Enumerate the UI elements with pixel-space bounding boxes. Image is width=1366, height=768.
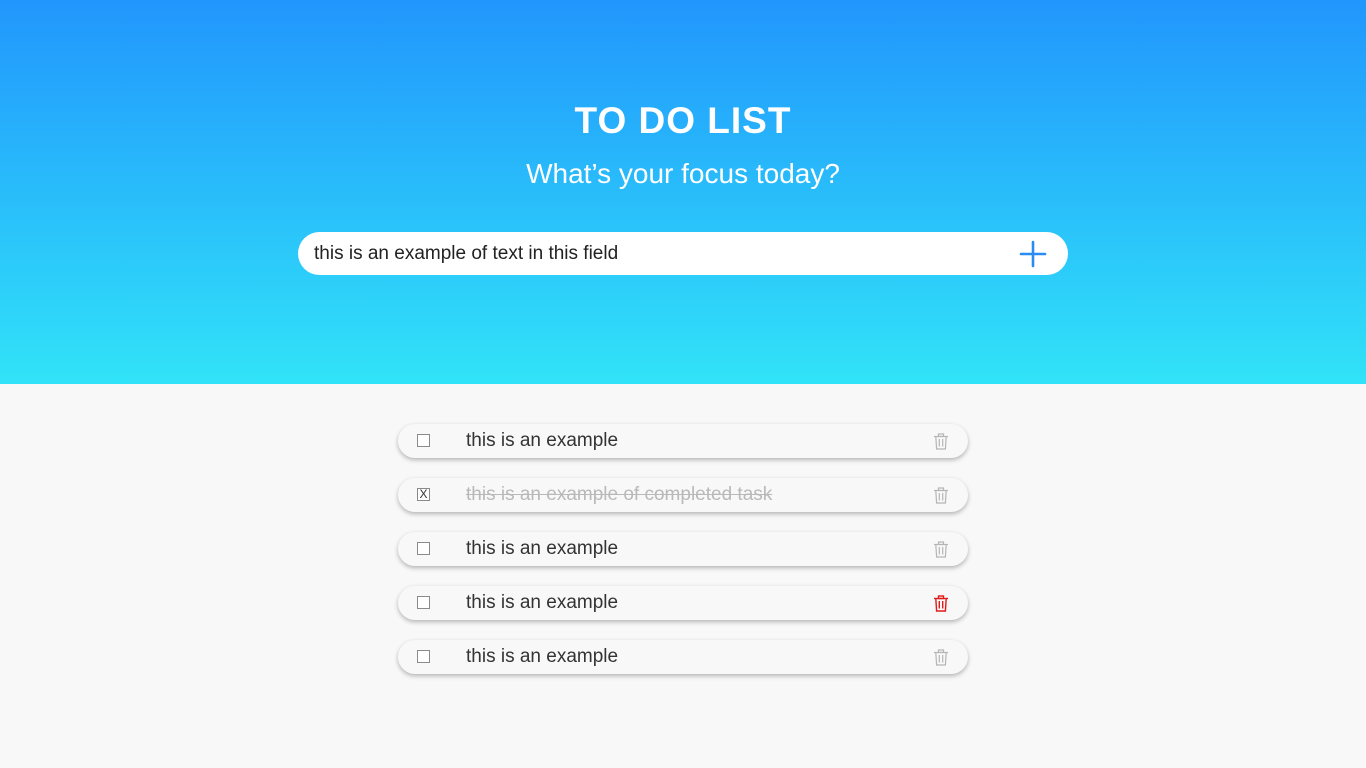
task-text: this is an example — [466, 538, 619, 559]
task-item: this is an example — [398, 532, 968, 566]
header-banner: TO DO LIST What’s your focus today? — [0, 0, 1366, 384]
delete-task-button[interactable] — [933, 649, 949, 666]
trash-icon — [934, 433, 948, 450]
delete-task-button-hover[interactable] — [933, 595, 949, 612]
new-task-bar — [298, 232, 1068, 275]
trash-icon — [934, 649, 948, 666]
task-text: this is an example — [466, 646, 619, 667]
task-checkbox[interactable] — [417, 596, 430, 609]
task-checkbox[interactable] — [417, 434, 430, 447]
task-checkbox[interactable] — [417, 542, 430, 555]
task-checkbox[interactable] — [417, 650, 430, 663]
page-title: TO DO LIST — [574, 100, 792, 141]
new-task-input[interactable] — [314, 232, 994, 275]
task-text: this is an example of completed task — [466, 484, 773, 505]
task-list: this is an example X this is an example … — [398, 424, 968, 694]
trash-icon — [934, 541, 948, 558]
page-subtitle: What’s your focus today? — [526, 158, 840, 189]
task-item-completed: X this is an example of completed task — [398, 478, 968, 512]
add-task-button[interactable] — [1018, 239, 1048, 269]
trash-icon — [934, 595, 948, 612]
delete-task-button[interactable] — [933, 487, 949, 504]
task-checkbox-checked[interactable]: X — [417, 488, 430, 501]
task-item: this is an example — [398, 586, 968, 620]
task-item: this is an example — [398, 640, 968, 674]
task-item: this is an example — [398, 424, 968, 458]
plus-icon — [1019, 240, 1047, 268]
trash-icon — [934, 487, 948, 504]
delete-task-button[interactable] — [933, 433, 949, 450]
task-text: this is an example — [466, 430, 619, 451]
task-text: this is an example — [466, 592, 619, 613]
delete-task-button[interactable] — [933, 541, 949, 558]
